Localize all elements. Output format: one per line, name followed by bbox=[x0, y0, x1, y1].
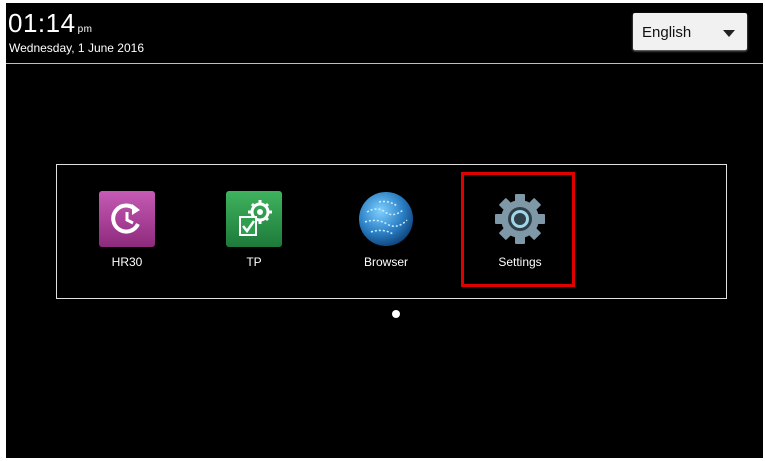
app-label: HR30 bbox=[111, 255, 143, 269]
globe-icon bbox=[357, 190, 415, 248]
language-dropdown[interactable]: English bbox=[633, 13, 747, 50]
date-label: Wednesday, 1 June 2016 bbox=[9, 41, 144, 55]
app-browser[interactable]: Browser bbox=[331, 190, 441, 269]
clock-ampm: pm bbox=[77, 24, 93, 35]
app-label: TP bbox=[246, 255, 262, 269]
app-label: Browser bbox=[363, 255, 408, 269]
page-indicator-dot bbox=[392, 310, 400, 318]
app-tray: HR30 TP Browser Settings bbox=[56, 164, 727, 299]
clock: 01:14 pm bbox=[8, 9, 92, 44]
chevron-down-icon bbox=[723, 30, 735, 37]
tp-gear-check-icon bbox=[225, 190, 283, 248]
language-selected-value: English bbox=[642, 24, 692, 41]
device-screen: 01:14 pm Wednesday, 1 June 2016 English H… bbox=[6, 3, 763, 458]
clock-time: 01:14 bbox=[8, 8, 76, 38]
hr30-refresh-icon bbox=[98, 190, 156, 248]
settings-highlight-box bbox=[461, 172, 575, 287]
status-header: 01:14 pm Wednesday, 1 June 2016 English bbox=[6, 3, 763, 64]
app-tp[interactable]: TP bbox=[199, 190, 309, 269]
app-hr30[interactable]: HR30 bbox=[72, 190, 182, 269]
